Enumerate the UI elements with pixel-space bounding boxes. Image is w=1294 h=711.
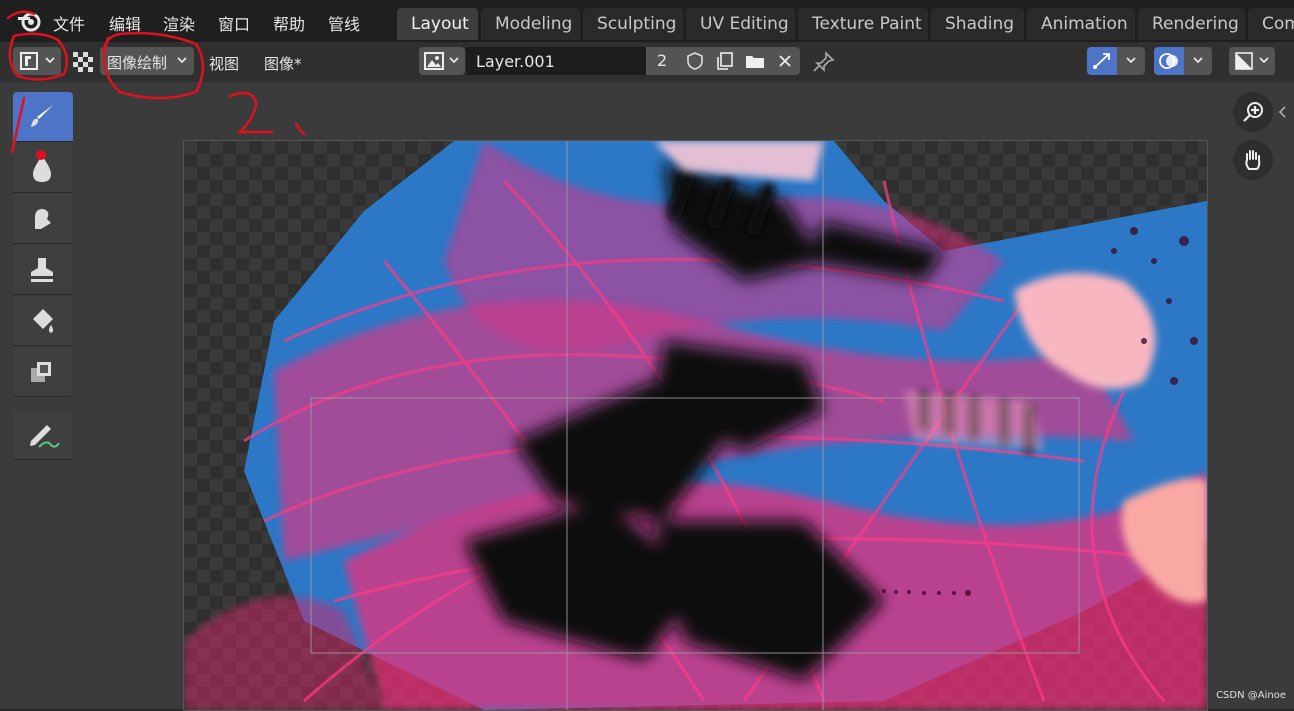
chevron-down-icon	[44, 52, 56, 72]
editor-type-dropdown[interactable]	[13, 47, 61, 75]
watermark: CSDN @Ainoe	[1216, 690, 1286, 701]
image-editor-header: 图像绘制 视图 图像* Layer.001 2	[0, 42, 1294, 82]
tool-mask-brush[interactable]	[13, 347, 73, 397]
unlink-image-button[interactable]	[770, 47, 800, 75]
top-menu-bar: 文件 编辑 渲染 窗口 帮助 管线 Layout Modeling Sculpt…	[0, 0, 1294, 42]
menu-render[interactable]: 渲染	[163, 11, 195, 35]
tool-smear-brush[interactable]	[13, 194, 73, 244]
tab-texture-paint[interactable]: Texture Paint	[798, 8, 928, 40]
display-channels-dropdown[interactable]	[1229, 47, 1275, 75]
image-browse-dropdown[interactable]	[419, 47, 465, 75]
sidebar-toggle-icon[interactable]	[1278, 104, 1288, 123]
tab-rendering[interactable]: Rendering	[1138, 8, 1245, 40]
uv-sync-icon	[1091, 51, 1113, 75]
tool-annotate[interactable]	[13, 410, 73, 460]
menu-view[interactable]: 视图	[209, 53, 239, 74]
tab-layout[interactable]: Layout	[397, 8, 478, 40]
chevron-down-icon	[1192, 52, 1204, 72]
tool-draw-brush[interactable]	[13, 92, 73, 142]
tab-uv-editing[interactable]: UV Editing	[686, 8, 795, 40]
mode-label: 图像绘制	[107, 54, 168, 72]
new-image-button[interactable]	[710, 47, 740, 75]
tool-fill-brush[interactable]	[13, 296, 73, 346]
image-icon	[424, 51, 444, 75]
paint-canvas[interactable]	[183, 140, 1208, 711]
close-icon	[777, 53, 793, 73]
blender-logo-icon[interactable]	[16, 9, 42, 37]
overlay-button[interactable]	[1154, 47, 1184, 75]
tab-compositing[interactable]: Com	[1248, 8, 1294, 40]
display-channels-icon	[1234, 51, 1254, 75]
duplicate-icon	[715, 51, 735, 75]
image-editor-icon	[19, 51, 39, 75]
menu-help[interactable]: 帮助	[273, 11, 305, 35]
fake-user-button[interactable]	[680, 47, 710, 75]
menu-edit[interactable]: 编辑	[109, 11, 141, 35]
image-name: Layer.001	[476, 52, 555, 71]
overlay-dropdown[interactable]	[1184, 47, 1212, 75]
tab-sculpting[interactable]: Sculpting	[583, 8, 683, 40]
chevron-down-icon	[1258, 52, 1270, 72]
tab-animation[interactable]: Animation	[1027, 8, 1135, 40]
chevron-down-icon	[448, 52, 460, 72]
painted-image	[184, 141, 1207, 710]
folder-icon	[744, 51, 766, 75]
open-image-button[interactable]	[740, 47, 770, 75]
zoom-button[interactable]	[1233, 92, 1273, 132]
tool-soften-brush[interactable]	[13, 143, 73, 193]
image-name-field[interactable]: Layer.001	[466, 47, 646, 75]
uv-sync-button[interactable]	[1087, 47, 1117, 75]
menu-pipeline[interactable]: 管线	[328, 11, 360, 35]
menu-image[interactable]: 图像*	[264, 53, 302, 74]
menu-file[interactable]: 文件	[53, 11, 85, 35]
chevron-down-icon	[176, 52, 188, 72]
mode-dropdown[interactable]: 图像绘制	[100, 47, 194, 75]
menu-window[interactable]: 窗口	[218, 11, 250, 35]
tab-modeling[interactable]: Modeling	[481, 8, 580, 40]
tool-clone-brush[interactable]	[13, 245, 73, 295]
pin-icon[interactable]	[812, 51, 836, 77]
pan-button[interactable]	[1233, 140, 1273, 180]
chevron-down-icon	[1125, 52, 1137, 72]
checker-icon	[73, 52, 95, 76]
overlay-icon	[1158, 51, 1180, 75]
image-viewport[interactable]: CSDN @Ainoe	[0, 82, 1294, 711]
users-count[interactable]: 2	[646, 47, 680, 75]
uv-sync-dropdown[interactable]	[1117, 47, 1145, 75]
shield-icon	[685, 51, 705, 75]
tab-shading[interactable]: Shading	[931, 8, 1024, 40]
